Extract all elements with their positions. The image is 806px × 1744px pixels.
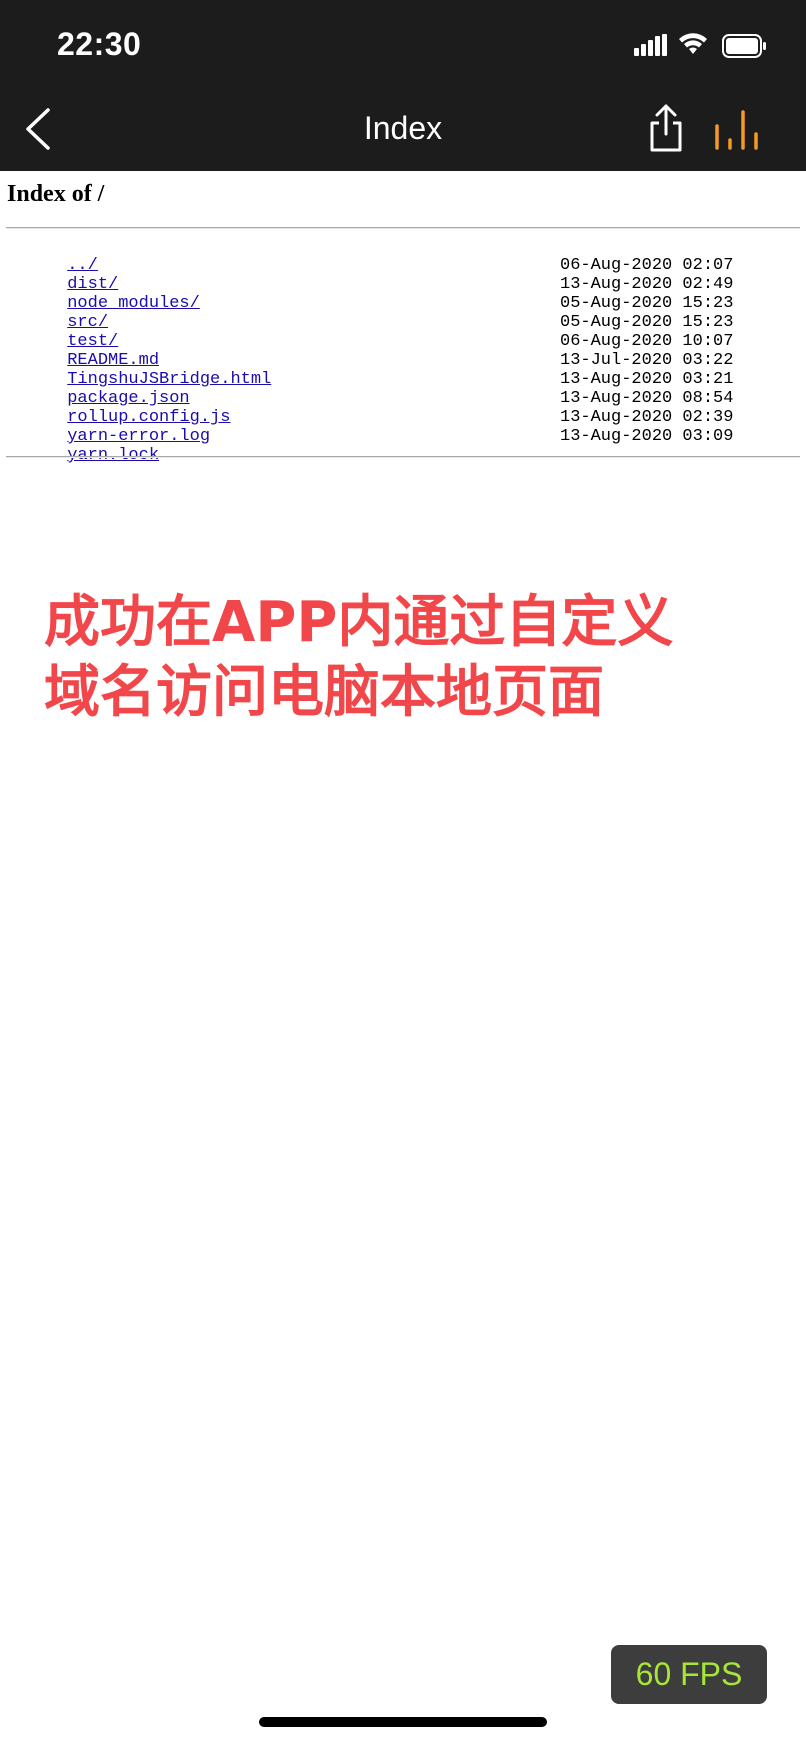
file-date: 13-Aug-2020 03:21 xyxy=(560,370,734,389)
stats-button[interactable] xyxy=(710,108,764,152)
file-date: 13-Aug-2020 08:54 xyxy=(560,389,734,408)
home-indicator[interactable] xyxy=(259,1717,547,1727)
list-item: TingshuJSBridge.html 13-Jul-2020 03:22 xyxy=(6,351,800,389)
list-item: node_modules/ 13-Aug-2020 02:49 xyxy=(6,275,800,313)
status-time: 22:30 xyxy=(57,26,142,62)
file-date: 13-Jul-2020 03:22 xyxy=(560,351,734,370)
file-listing: ../ dist/ 06-Aug-2020 02:07 node_modules… xyxy=(6,237,800,465)
list-item: yarn-error.log 13-Aug-2020 02:39 xyxy=(6,408,800,446)
file-date: 06-Aug-2020 02:07 xyxy=(560,256,734,275)
share-button[interactable] xyxy=(644,102,688,156)
annotation-text: 成功在APP内通过自定义 域名访问电脑本地页面 xyxy=(44,588,764,728)
index-heading: Index of / xyxy=(7,181,105,207)
list-item: ../ xyxy=(6,237,800,275)
file-date: 05-Aug-2020 15:23 xyxy=(560,294,734,313)
list-item: yarn.lock 13-Aug-2020 03:09 xyxy=(6,427,800,465)
list-item: README.md 06-Aug-2020 10:07 xyxy=(6,332,800,370)
stats-bars-icon xyxy=(715,110,758,150)
nav-bar: Index xyxy=(0,90,806,171)
battery-icon xyxy=(722,34,766,58)
annotation-line-1: 成功在APP内通过自定义 xyxy=(44,590,674,655)
fps-badge: 60 FPS xyxy=(611,1645,767,1704)
file-date: 13-Aug-2020 02:49 xyxy=(560,275,734,294)
divider-bottom xyxy=(6,456,800,458)
status-bar: 22:30 xyxy=(0,0,806,90)
list-item: rollup.config.js 13-Aug-2020 08:54 xyxy=(6,389,800,427)
share-icon xyxy=(650,104,682,152)
list-item: dist/ 06-Aug-2020 02:07 xyxy=(6,256,800,294)
list-item: test/ 05-Aug-2020 15:23 xyxy=(6,313,800,351)
divider-top xyxy=(6,227,800,229)
file-date: 13-Aug-2020 03:09 xyxy=(560,427,734,446)
signal-icon xyxy=(634,34,667,56)
list-item: package.json 13-Aug-2020 03:21 xyxy=(6,370,800,408)
file-date: 13-Aug-2020 02:39 xyxy=(560,408,734,427)
annotation-line-2: 域名访问电脑本地页面 xyxy=(44,660,604,725)
list-item: src/ 05-Aug-2020 15:23 xyxy=(6,294,800,332)
file-date: 06-Aug-2020 10:07 xyxy=(560,332,734,351)
file-date: 05-Aug-2020 15:23 xyxy=(560,313,734,332)
wifi-icon xyxy=(679,33,707,54)
